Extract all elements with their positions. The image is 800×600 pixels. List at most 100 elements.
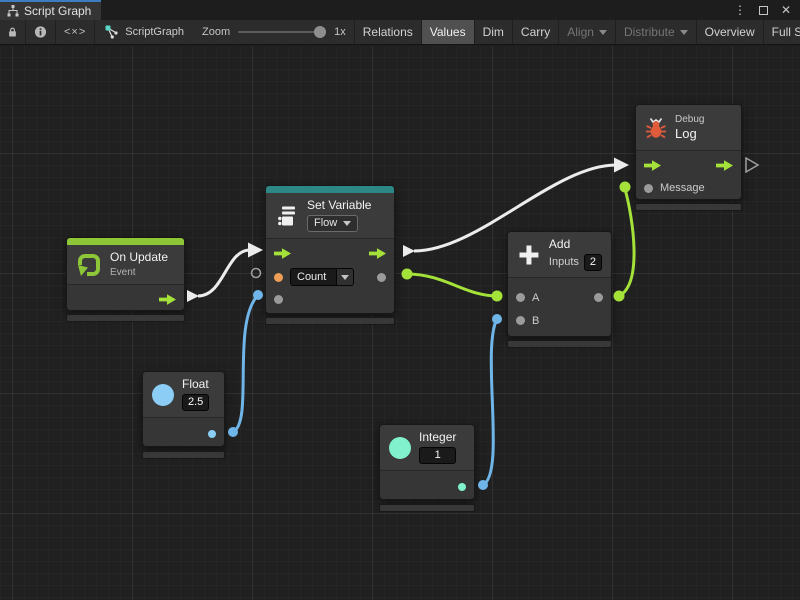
input-a-port[interactable] bbox=[516, 293, 525, 302]
flow-output-port[interactable] bbox=[369, 248, 386, 259]
debug-log-header: Debug Log bbox=[636, 105, 741, 151]
flow-output-port[interactable] bbox=[716, 160, 733, 171]
align-label: Align bbox=[567, 25, 594, 39]
zoom-control: Zoom 1x bbox=[194, 20, 354, 44]
integer-header: Integer 1 bbox=[380, 425, 474, 471]
node-float[interactable]: Float 2.5 bbox=[142, 371, 225, 447]
fullscreen-button[interactable]: Full Screen bbox=[763, 20, 800, 44]
variable-name-field[interactable]: Count bbox=[290, 268, 354, 286]
float-output-port[interactable] bbox=[208, 430, 216, 438]
wire-endpoint-dot bbox=[620, 182, 631, 193]
on-update-header: On Update Event bbox=[67, 245, 184, 285]
values-button[interactable]: Values bbox=[421, 20, 474, 44]
dim-label: Dim bbox=[483, 25, 504, 39]
node-title: Integer bbox=[419, 431, 456, 445]
inputs-count-field[interactable]: 2 bbox=[584, 254, 602, 271]
event-color-strip bbox=[67, 238, 184, 245]
zoom-slider-handle[interactable] bbox=[314, 26, 326, 38]
inputs-label: Inputs bbox=[549, 256, 579, 268]
float-type-icon bbox=[152, 384, 174, 406]
relations-button[interactable]: Relations bbox=[354, 20, 421, 44]
integer-output-port[interactable] bbox=[458, 483, 466, 491]
integer-value-field[interactable]: 1 bbox=[419, 447, 456, 464]
new-value-input-port[interactable] bbox=[274, 295, 283, 304]
wire-endpoint-dot bbox=[492, 291, 503, 302]
wire-endpoint-dot bbox=[228, 427, 238, 437]
code-view-glyph: <×> bbox=[64, 26, 86, 38]
maximize-icon[interactable] bbox=[759, 6, 768, 15]
node-subtitle: Event bbox=[110, 267, 168, 278]
overview-label: Overview bbox=[705, 25, 755, 39]
node-set-variable[interactable]: Set Variable Flow bbox=[265, 185, 395, 314]
graph-name-label: ScriptGraph bbox=[125, 26, 184, 38]
wire-add-to-debug-log-message bbox=[614, 182, 635, 302]
distribute-label: Distribute bbox=[624, 25, 675, 39]
variable-name-value[interactable]: Count bbox=[290, 268, 336, 286]
scriptgraph-breadcrumb[interactable]: ScriptGraph bbox=[95, 20, 194, 44]
chevron-down-icon bbox=[341, 275, 349, 280]
chevron-down-icon bbox=[599, 30, 607, 35]
variable-name-dropdown[interactable] bbox=[336, 268, 354, 286]
node-integer[interactable]: Integer 1 bbox=[379, 424, 475, 500]
flow-input-port[interactable] bbox=[274, 248, 291, 259]
carry-label: Carry bbox=[521, 25, 550, 39]
node-footer bbox=[265, 317, 395, 325]
wire-set-variable-to-add bbox=[402, 269, 503, 302]
input-a-label: A bbox=[532, 292, 539, 304]
node-title: Float bbox=[182, 378, 209, 392]
node-on-update[interactable]: On Update Event bbox=[66, 237, 185, 311]
info-icon bbox=[34, 25, 47, 39]
flow-output-port[interactable] bbox=[159, 294, 176, 305]
zoom-slider[interactable] bbox=[238, 31, 326, 33]
lock-button[interactable] bbox=[0, 20, 26, 44]
variable-color-strip bbox=[266, 186, 394, 193]
tab-script-graph[interactable]: Script Graph bbox=[0, 0, 101, 20]
value-output-port[interactable] bbox=[377, 273, 386, 282]
graph-canvas[interactable]: On Update Event bbox=[0, 46, 800, 600]
wire-endpoint-dot bbox=[253, 290, 263, 300]
window-controls: ⋮ ✕ bbox=[734, 0, 800, 20]
node-add[interactable]: Add Inputs 2 A B bbox=[507, 231, 612, 337]
close-icon[interactable]: ✕ bbox=[781, 4, 791, 16]
chevron-down-icon bbox=[343, 221, 351, 226]
input-b-label: B bbox=[532, 315, 539, 327]
relations-label: Relations bbox=[363, 25, 413, 39]
carry-button[interactable]: Carry bbox=[512, 20, 558, 44]
flow-input-port[interactable] bbox=[644, 160, 661, 171]
distribute-dropdown[interactable]: Distribute bbox=[615, 20, 696, 44]
message-input-port[interactable] bbox=[644, 184, 653, 193]
graph-icon bbox=[105, 25, 119, 39]
wire-endpoint-dot bbox=[402, 269, 413, 280]
wire-arrowhead bbox=[248, 243, 263, 258]
hierarchy-icon bbox=[7, 5, 19, 17]
unconnected-port-circle bbox=[252, 269, 261, 278]
set-variable-header: Set Variable Flow bbox=[266, 193, 394, 239]
wire-endpoint-dot bbox=[614, 291, 625, 302]
lock-icon bbox=[8, 25, 17, 39]
menu-icon[interactable]: ⋮ bbox=[734, 4, 746, 16]
node-title: On Update bbox=[110, 251, 168, 265]
node-title: Log bbox=[675, 127, 704, 142]
code-view-button[interactable]: <×> bbox=[56, 20, 95, 44]
values-label: Values bbox=[430, 25, 466, 39]
unconnected-flow-triangle bbox=[746, 158, 758, 172]
node-footer bbox=[142, 451, 225, 459]
wire-source-triangle bbox=[403, 245, 415, 257]
wire-float-to-set-variable bbox=[228, 290, 263, 437]
node-footer bbox=[66, 314, 185, 322]
variable-scope-dropdown[interactable]: Flow bbox=[307, 215, 358, 232]
tab-title: Script Graph bbox=[24, 4, 91, 18]
variable-name-port[interactable] bbox=[274, 273, 283, 282]
float-value-field[interactable]: 2.5 bbox=[182, 394, 209, 411]
align-dropdown[interactable]: Align bbox=[558, 20, 615, 44]
node-category: Debug bbox=[675, 114, 704, 125]
sum-output-port[interactable] bbox=[594, 293, 603, 302]
overview-button[interactable]: Overview bbox=[696, 20, 763, 44]
input-b-port[interactable] bbox=[516, 316, 525, 325]
dim-button[interactable]: Dim bbox=[474, 20, 512, 44]
loop-icon bbox=[76, 252, 102, 278]
chevron-down-icon bbox=[680, 30, 688, 35]
info-button[interactable] bbox=[26, 20, 56, 44]
node-debug-log[interactable]: Debug Log Message bbox=[635, 104, 742, 200]
wire-integer-to-add-b bbox=[478, 314, 502, 490]
